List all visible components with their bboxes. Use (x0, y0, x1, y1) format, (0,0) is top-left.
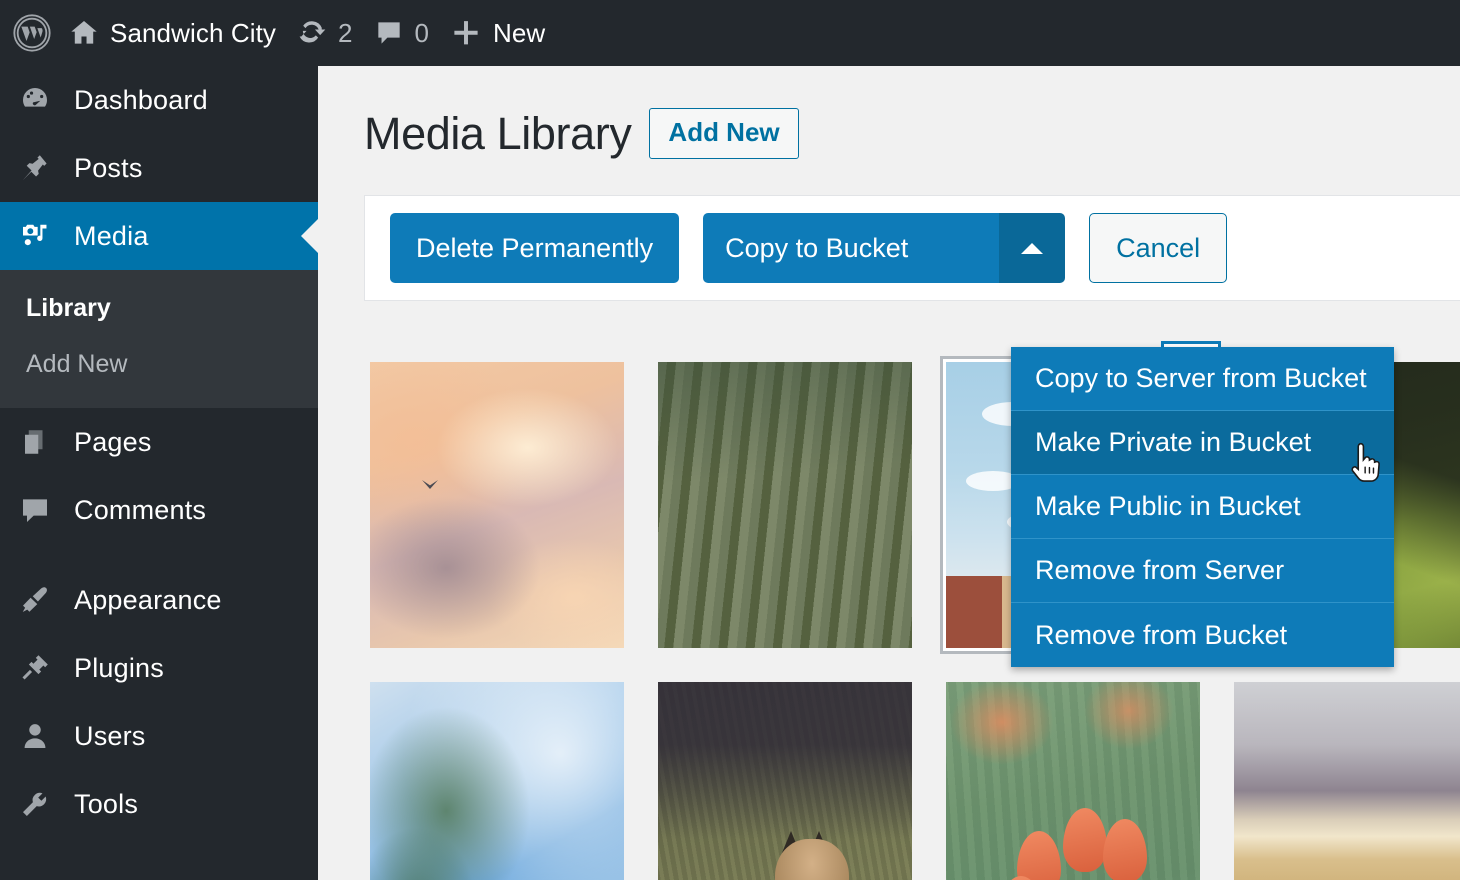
copy-to-bucket-button[interactable]: Copy to Bucket (703, 213, 999, 283)
admin-sidebar-menu: Dashboard Posts Media Library Add New (0, 66, 318, 880)
bulk-actions-toolbar: Delete Permanently Copy to Bucket Cancel (364, 195, 1460, 301)
sidebar-item-label: Dashboard (74, 85, 208, 116)
page-title: Media Library (364, 111, 631, 156)
home-icon (68, 17, 100, 49)
tulip-shape (1063, 808, 1107, 872)
bucket-action-dropdown-toggle[interactable] (999, 213, 1065, 283)
admin-bar: Sandwich City 2 0 New (0, 0, 1460, 66)
comments-icon (14, 494, 56, 526)
sidebar-item-label: Media (74, 221, 149, 252)
sidebar-item-label: Appearance (74, 585, 222, 616)
plus-icon (449, 16, 483, 50)
sidebar-item-media[interactable]: Media (0, 202, 318, 270)
menu-item-make-private-in-bucket[interactable]: Make Private in Bucket (1011, 411, 1394, 475)
sidebar-item-users[interactable]: Users (0, 702, 318, 770)
sidebar-item-label: Pages (74, 427, 152, 458)
page-header: Media Library Add New (318, 66, 1460, 159)
sidebar-item-tools[interactable]: Tools (0, 770, 318, 838)
sidebar-item-library[interactable]: Library (0, 280, 318, 336)
chevron-up-icon (1021, 243, 1043, 254)
media-camera-note-icon (14, 220, 56, 252)
menu-item-make-public-in-bucket[interactable]: Make Public in Bucket (1011, 475, 1394, 539)
media-tile-wheat-field[interactable] (1228, 676, 1460, 880)
thumbnail-image (370, 362, 624, 648)
delete-permanently-button[interactable]: Delete Permanently (390, 213, 679, 283)
bird-shape (422, 480, 438, 489)
paintbrush-icon (14, 584, 56, 616)
sidebar-item-label: Users (74, 721, 146, 752)
tulip-shape (1103, 819, 1147, 880)
new-label: New (493, 18, 545, 49)
site-name-label: Sandwich City (110, 18, 276, 49)
sidebar-item-posts[interactable]: Posts (0, 134, 318, 202)
sidebar-item-plugins[interactable]: Plugins (0, 634, 318, 702)
media-tile-fox-in-grass[interactable] (652, 676, 918, 880)
sidebar-item-dashboard[interactable]: Dashboard (0, 66, 318, 134)
menu-item-remove-from-bucket[interactable]: Remove from Bucket (1011, 603, 1394, 667)
site-name-button[interactable]: Sandwich City (58, 0, 286, 66)
new-content-button[interactable]: New (439, 0, 555, 66)
menu-item-remove-from-server[interactable]: Remove from Server (1011, 539, 1394, 603)
user-icon (14, 720, 56, 752)
add-new-button[interactable]: Add New (649, 108, 798, 159)
thumbnail-image (946, 682, 1200, 880)
comments-button[interactable]: 0 (363, 0, 439, 66)
active-menu-arrow-icon (301, 219, 318, 253)
media-submenu: Library Add New (0, 270, 318, 408)
bucket-actions-dropdown-menu: Copy to Server from Bucket Make Private … (1011, 347, 1394, 667)
pages-icon (14, 427, 56, 457)
sidebar-item-add-new[interactable]: Add New (0, 336, 318, 392)
thumbnail-image (370, 682, 624, 880)
comments-count: 0 (415, 18, 429, 49)
sidebar-item-appearance[interactable]: Appearance (0, 566, 318, 634)
menu-divider (0, 544, 318, 566)
plug-icon (14, 652, 56, 684)
media-tile-tree-against-sky[interactable] (364, 676, 630, 880)
updates-count: 2 (338, 18, 352, 49)
cancel-button[interactable]: Cancel (1089, 213, 1227, 283)
media-tile-clouds-with-bird[interactable] (364, 356, 630, 654)
sidebar-item-label: Tools (74, 789, 138, 820)
menu-item-copy-to-server-from-bucket[interactable]: Copy to Server from Bucket (1011, 347, 1394, 411)
sidebar-item-label: Comments (74, 495, 206, 526)
media-tile-orange-tulips[interactable] (940, 676, 1206, 880)
sidebar-item-comments[interactable]: Comments (0, 476, 318, 544)
pin-icon (14, 152, 56, 184)
bucket-action-split-button: Copy to Bucket (703, 213, 1065, 283)
thumbnail-image (1234, 682, 1460, 880)
updates-button[interactable]: 2 (286, 0, 362, 66)
main-content: Media Library Add New (318, 66, 1460, 880)
sidebar-item-label: Posts (74, 153, 143, 184)
thumbnail-image (658, 362, 912, 648)
submenu-item-label: Library (26, 294, 111, 323)
updates-icon (296, 17, 328, 49)
sidebar-item-label: Plugins (74, 653, 164, 684)
wordpress-logo-button[interactable] (0, 0, 58, 66)
sidebar-item-pages[interactable]: Pages (0, 408, 318, 476)
comment-bubble-icon (373, 17, 405, 49)
dashboard-icon (14, 84, 56, 116)
wordpress-logo-icon (12, 13, 52, 53)
submenu-item-label: Add New (26, 350, 127, 379)
tulip-shape (1017, 831, 1061, 880)
media-tile-forest-path[interactable] (652, 356, 918, 654)
thumbnail-image (658, 682, 912, 880)
wrench-icon (14, 788, 56, 820)
